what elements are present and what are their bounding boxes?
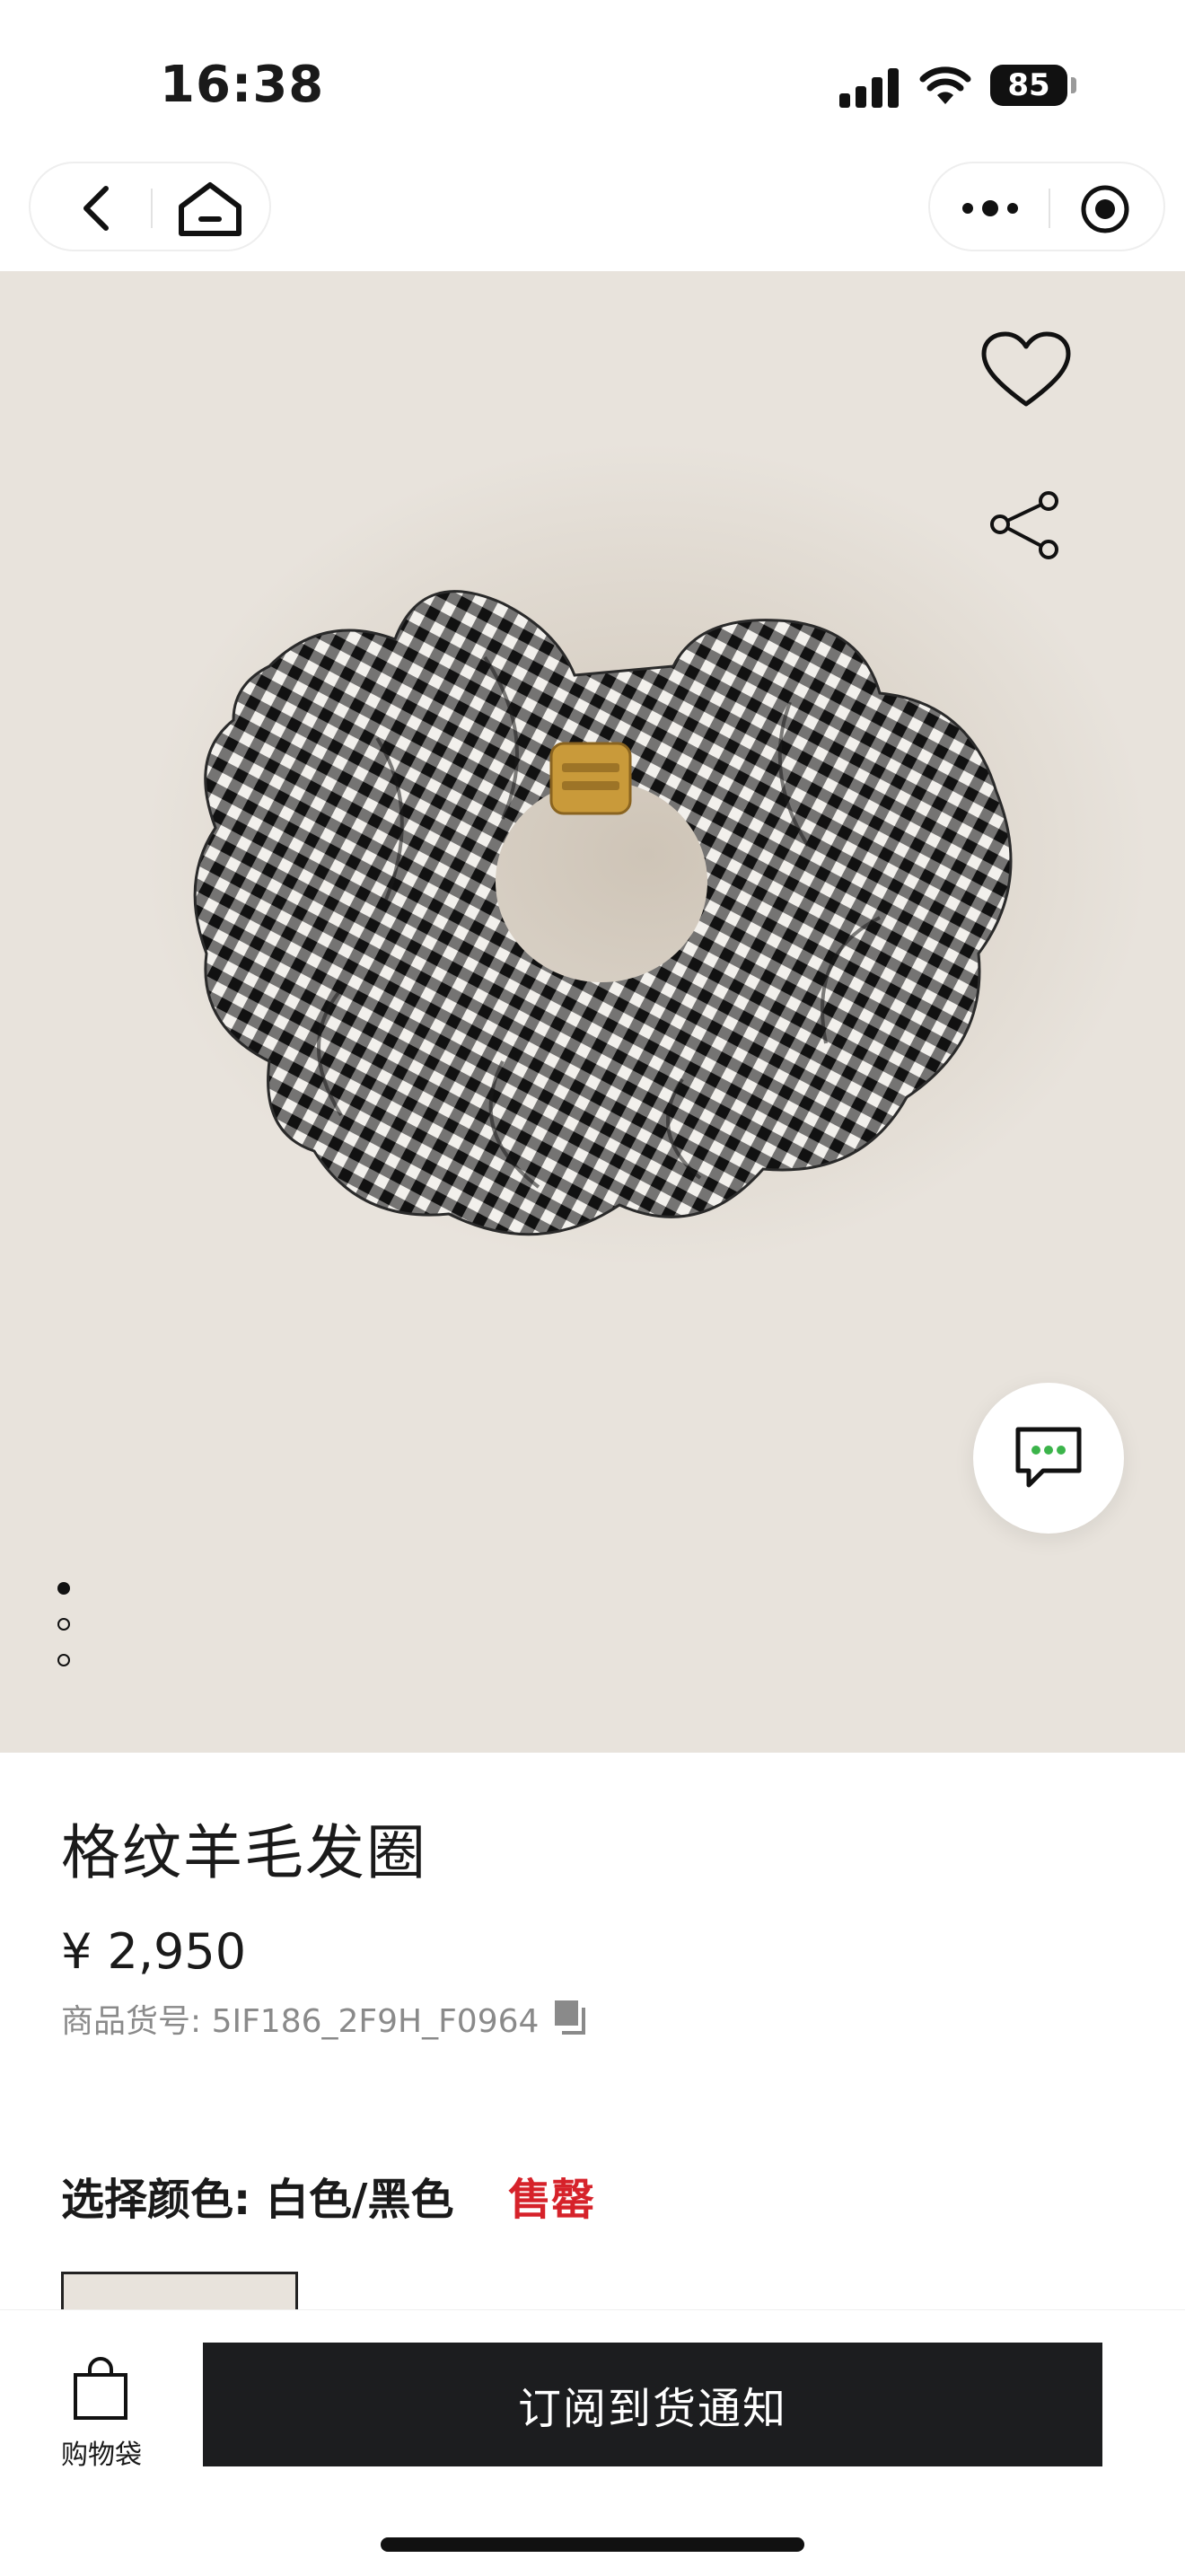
status-time: 16:38 <box>160 56 325 114</box>
share-icon[interactable] <box>988 490 1063 560</box>
battery-level: 85 <box>990 65 1067 106</box>
product-sku: 商品货号: 5IF186_2F9H_F0964 <box>61 2003 540 2040</box>
shopping-bag-label: 购物袋 <box>61 2440 142 2471</box>
carousel-dot-3[interactable] <box>57 1654 70 1666</box>
battery-icon: 85 <box>990 65 1076 106</box>
favorite-heart-icon[interactable] <box>979 330 1074 411</box>
copy-icon[interactable] <box>551 1997 589 2036</box>
sold-out-badge: 售罄 <box>508 2175 595 2225</box>
subscribe-restock-button[interactable]: 订阅到货通知 <box>203 2343 1102 2466</box>
chat-bubble-icon <box>1015 1427 1082 1488</box>
customer-service-chat-button[interactable] <box>973 1383 1124 1534</box>
home-icon[interactable] <box>174 180 246 239</box>
back-arrow-icon[interactable] <box>70 183 124 233</box>
nav-capsule-left <box>29 162 271 251</box>
carousel-indicator <box>57 1582 77 1681</box>
wifi-icon <box>919 66 971 104</box>
bottom-action-bar: 购物袋 订阅到货通知 <box>0 2309 1185 2576</box>
color-selection-label: 选择颜色: 白色/黑色 <box>61 2175 454 2225</box>
home-indicator[interactable] <box>381 2537 804 2552</box>
product-title: 格纹羊毛发圈 <box>61 1818 427 1887</box>
more-options-icon[interactable] <box>959 190 1022 226</box>
nav-capsule-right <box>928 162 1165 251</box>
carousel-dot-1[interactable] <box>57 1582 70 1595</box>
carousel-dot-2[interactable] <box>57 1618 70 1631</box>
status-bar: 16:38 85 <box>0 0 1185 162</box>
cellular-signal-icon <box>839 68 899 108</box>
product-price: ¥ 2,950 <box>61 1923 247 1980</box>
shopping-bag-button[interactable]: 购物袋 <box>43 2346 160 2471</box>
close-miniprogram-icon[interactable] <box>1079 183 1131 235</box>
shopping-bag-icon <box>74 2357 127 2420</box>
